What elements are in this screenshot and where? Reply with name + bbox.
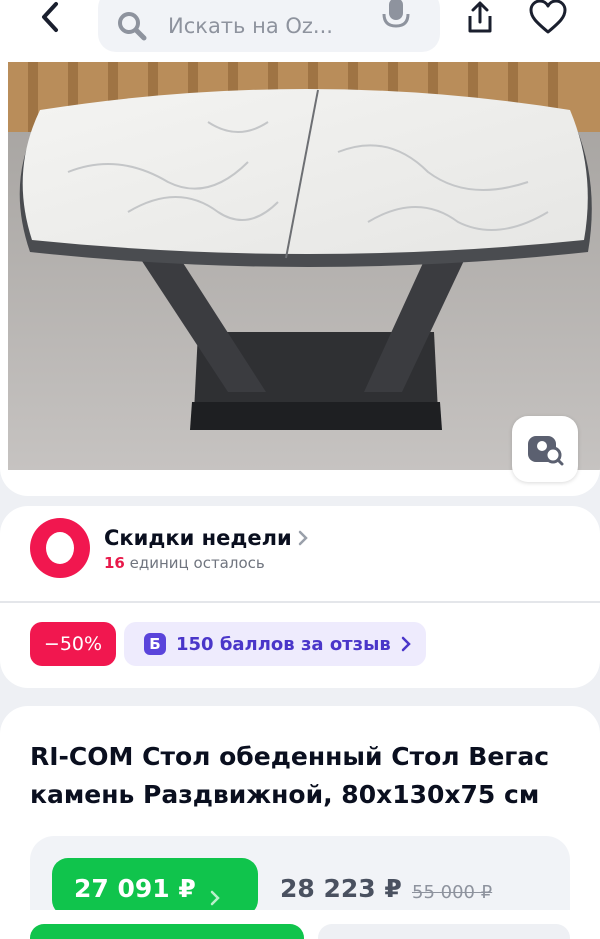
search-icon	[118, 12, 147, 41]
promo-title-link[interactable]: Скидки недели	[104, 526, 308, 550]
back-arrow-icon	[42, 2, 58, 32]
search-bar[interactable]	[98, 0, 440, 52]
chevron-right-icon	[401, 636, 411, 652]
regular-price: 28 223 ₽	[280, 874, 402, 903]
card-price-button[interactable]: 27 091 ₽	[52, 858, 258, 916]
divider	[0, 601, 600, 603]
promo-title: Скидки недели	[104, 526, 292, 550]
points-icon: Б	[144, 633, 166, 655]
back-button[interactable]	[32, 0, 68, 36]
promo-card: Скидки недели 16 единиц осталось −50% Б …	[0, 506, 600, 688]
add-to-cart-button[interactable]	[30, 924, 304, 939]
discount-badge: −50%	[30, 622, 116, 666]
price-box: 27 091 ₽ 28 223 ₽ 55 000 ₽	[30, 836, 570, 916]
review-points-text: 150 баллов за отзыв	[176, 633, 391, 655]
microphone-icon[interactable]	[382, 0, 410, 32]
share-icon	[468, 1, 492, 33]
favorite-button[interactable]	[528, 0, 568, 36]
promo-ring-logo[interactable]	[30, 518, 90, 578]
bottom-action-bar	[0, 910, 600, 939]
remaining-text: единиц осталось	[124, 554, 265, 572]
share-button[interactable]	[462, 0, 498, 36]
review-points-badge[interactable]: Б 150 баллов за отзыв	[124, 622, 426, 666]
visual-search-icon	[528, 436, 564, 466]
heart-icon	[529, 0, 567, 34]
buy-now-button[interactable]	[318, 924, 570, 939]
visual-search-button[interactable]	[512, 416, 578, 482]
product-photo[interactable]	[8, 62, 600, 470]
chevron-right-icon	[210, 890, 220, 906]
card-price: 27 091 ₽	[74, 874, 196, 903]
promo-remaining: 16 единиц осталось	[104, 554, 265, 572]
product-gallery[interactable]	[0, 52, 600, 496]
chevron-right-icon	[298, 530, 308, 546]
top-bar	[0, 0, 600, 60]
product-info-card: RI-COM Стол обеденный Стол Вегас камень …	[0, 706, 600, 939]
remaining-count: 16	[104, 554, 125, 572]
search-input[interactable]	[168, 14, 358, 38]
old-price: 55 000 ₽	[412, 882, 493, 903]
product-title: RI-COM Стол обеденный Стол Вегас камень …	[30, 742, 550, 809]
